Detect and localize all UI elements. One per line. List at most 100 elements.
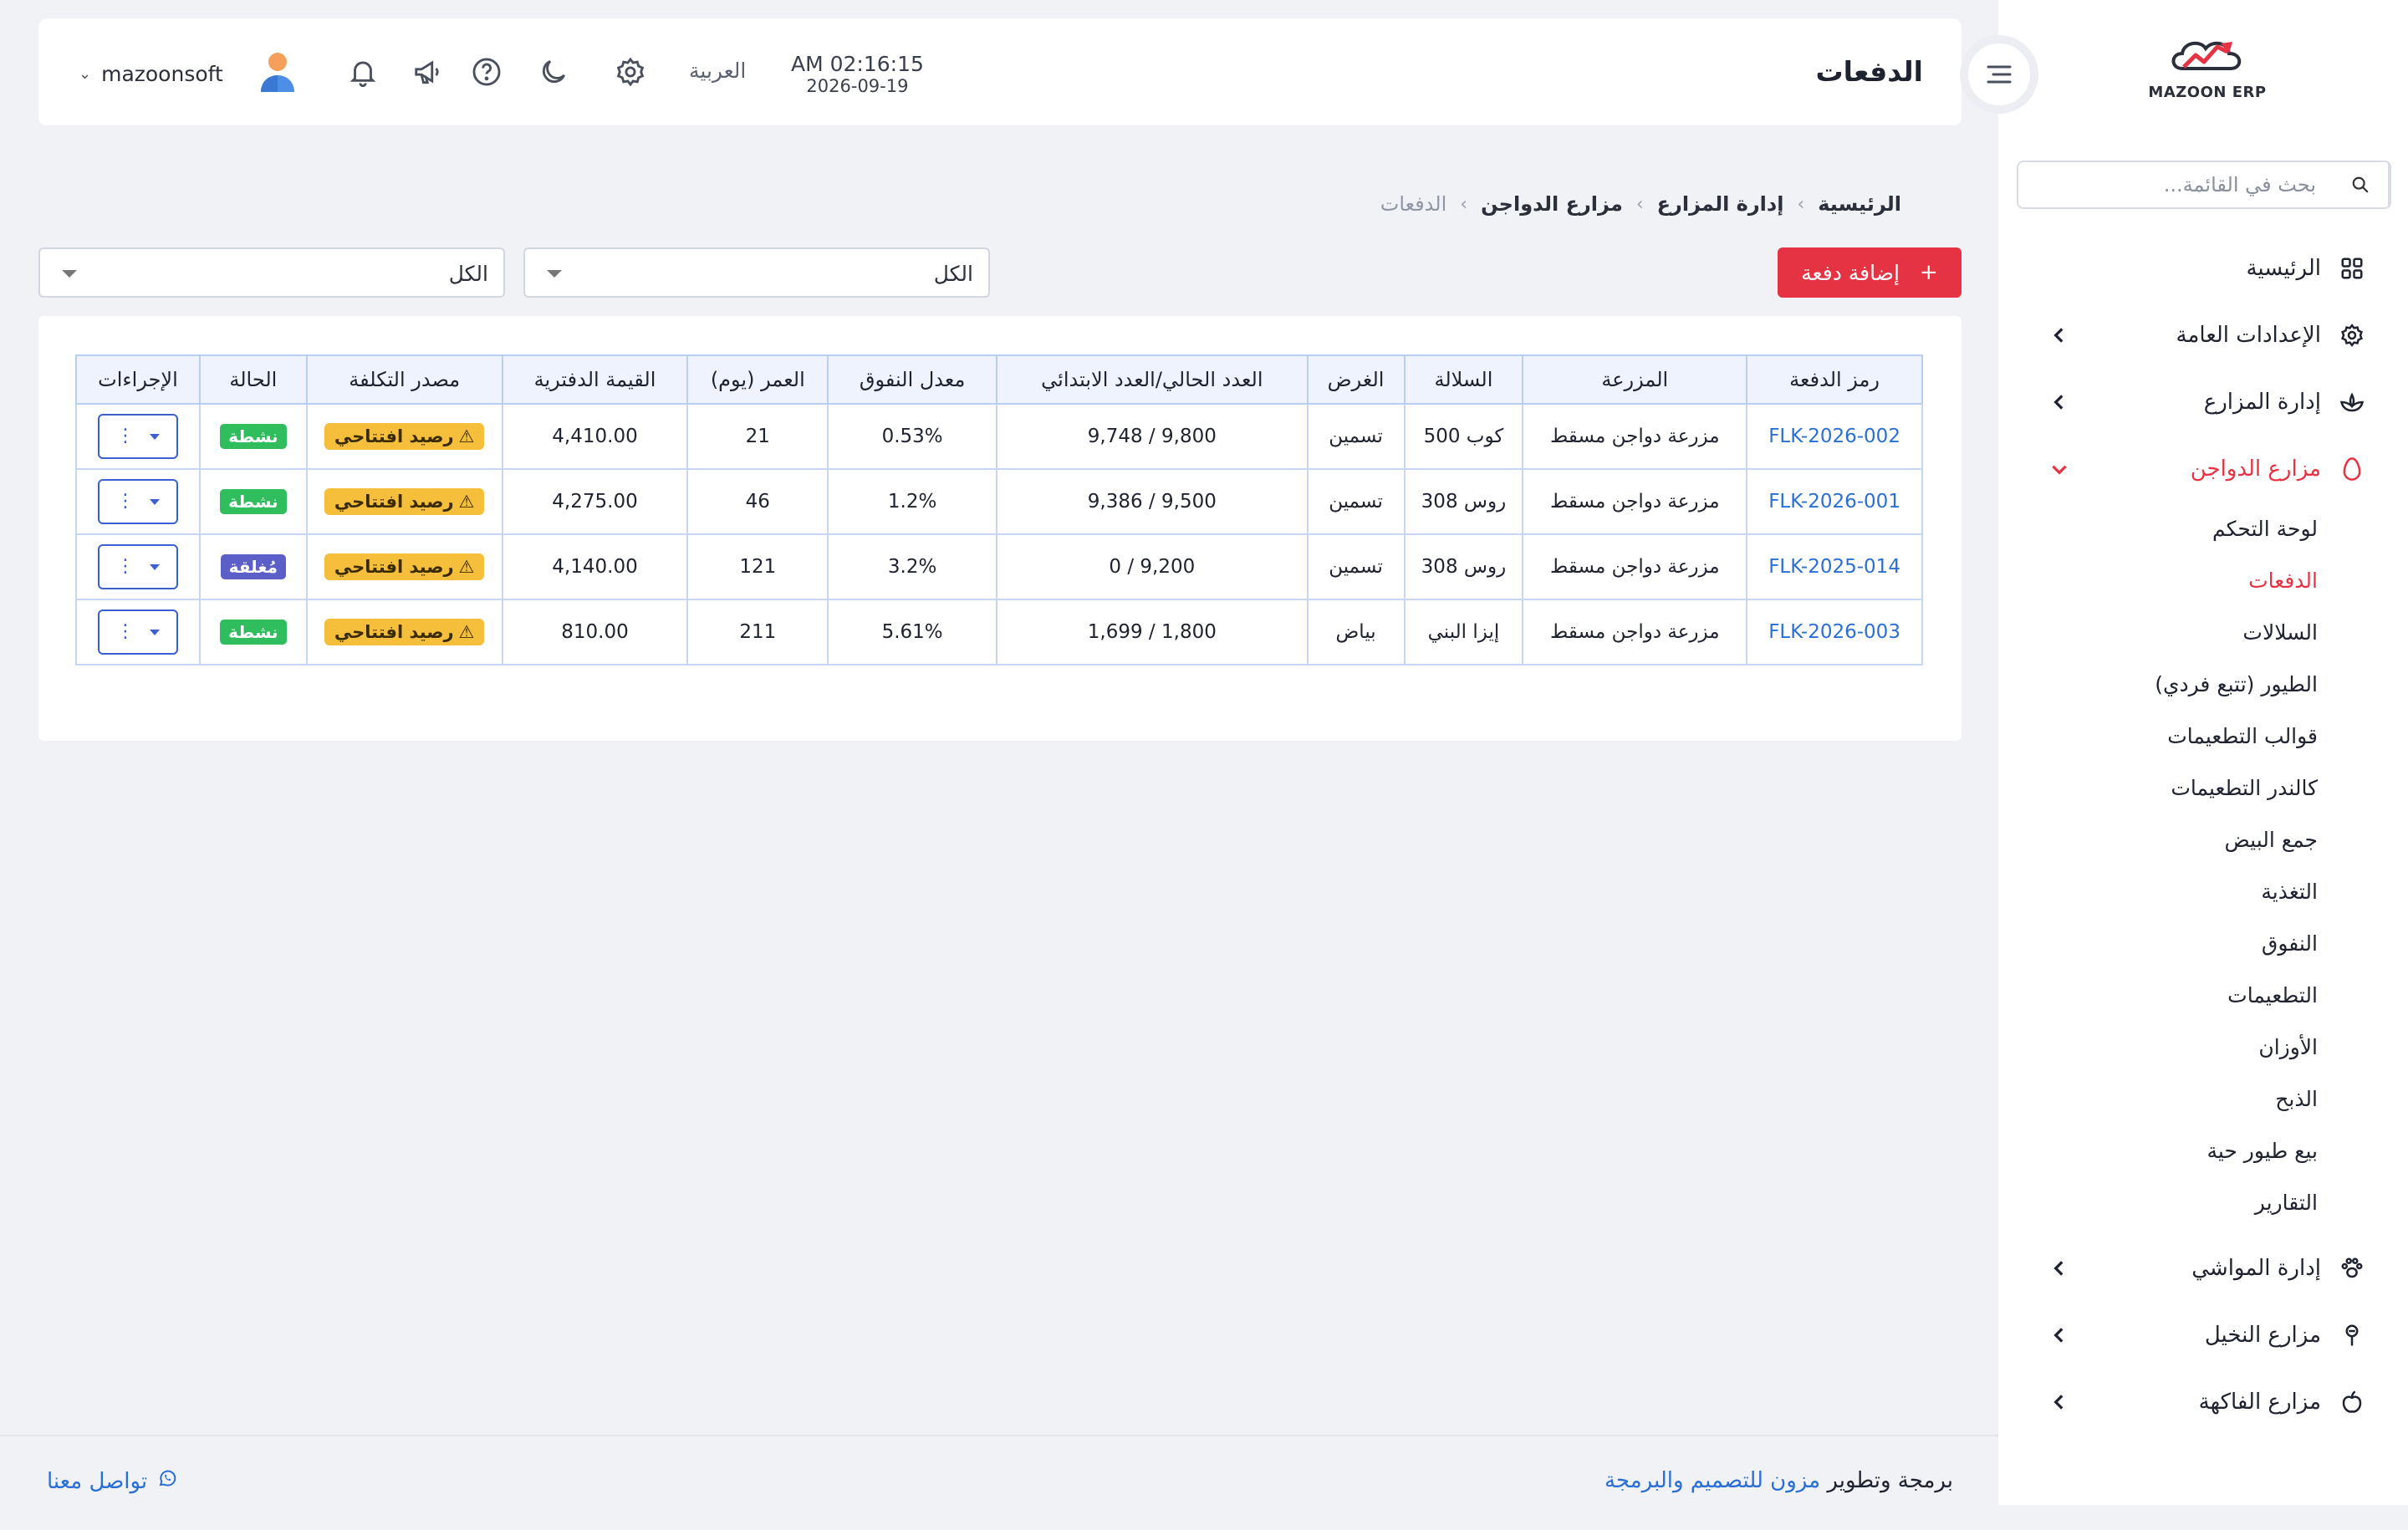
col-mortality[interactable]: معدل النفوق [827, 354, 997, 405]
grid-icon [2338, 254, 2366, 283]
cell-purpose: تسمين [1306, 533, 1406, 600]
sidebar-sub-feeding[interactable]: التغذية [2261, 880, 2318, 904]
notifications-bell-icon[interactable] [344, 54, 381, 90]
chevron-left-icon [2053, 1395, 2064, 1410]
cell-farm: مزرعة دواجن مسقط [1522, 403, 1748, 470]
sidebar-sub-mortality[interactable]: النفوق [2262, 931, 2318, 956]
col-status[interactable]: الحالة [198, 354, 308, 405]
sidebar-item-livestock[interactable]: إدارة المواشي [1998, 1242, 2408, 1294]
chevron-left-icon [2053, 395, 2064, 410]
caret-down-icon [149, 629, 160, 635]
row-actions-button[interactable]: ⋮ [97, 479, 178, 524]
row-actions-button[interactable]: ⋮ [97, 414, 178, 459]
cell-purpose: تسمين [1306, 468, 1406, 535]
more-vertical-icon: ⋮ [115, 621, 135, 642]
chevron-left-icon [2053, 1261, 2064, 1276]
cell-breed: كوب 500 [1403, 403, 1524, 470]
sidebar-item-palm-farms[interactable]: مزارع النخيل [1998, 1309, 2408, 1361]
breadcrumb-home[interactable]: الرئيسية [1818, 192, 1901, 216]
filter-select-2[interactable]: الكل [38, 247, 505, 298]
cell-age: 21 [686, 403, 829, 470]
more-vertical-icon: ⋮ [115, 426, 135, 446]
sidebar-item-general-settings[interactable]: الإعدادات العامة [1998, 309, 2408, 361]
footer-divider [0, 1435, 1998, 1436]
breadcrumb-poultry-farms[interactable]: مزارع الدواجن [1481, 192, 1623, 216]
cell-cost-source: ⚠ رصيد افتتاحي [305, 468, 503, 535]
batch-code-link[interactable]: FLK-2025-014 [1746, 533, 1923, 600]
cell-farm: مزرعة دواجن مسقط [1522, 599, 1748, 666]
logo[interactable]: MAZOON ERP [2145, 32, 2270, 101]
menu-search-input[interactable] [2018, 162, 2333, 207]
sidebar-sub-live-bird-sales[interactable]: بيع طيور حية [2206, 1139, 2318, 1163]
sidebar-sub-vaccinations[interactable]: التطعيمات [2227, 983, 2318, 1007]
caret-down-icon [62, 270, 77, 278]
sidebar-item-home[interactable]: الرئيسية [1998, 242, 2408, 294]
chevron-down-icon [2052, 465, 2067, 475]
sidebar-item-farm-management[interactable]: إدارة المزارع [1998, 376, 2408, 428]
avatar [258, 50, 297, 97]
help-icon[interactable] [468, 54, 505, 90]
sidebar-sub-dashboard[interactable]: لوحة التحكم [2212, 517, 2318, 541]
warning-icon: ⚠ [458, 492, 475, 512]
footer-credit: برمجة وتطوير مزون للتصميم والبرمجة [1604, 1468, 1953, 1493]
breadcrumb-separator: ‹ [1460, 193, 1468, 215]
row-actions-button[interactable]: ⋮ [97, 544, 178, 589]
col-count[interactable]: العدد الحالي/العدد الابتدائي [995, 354, 1309, 405]
plus-icon: + [1919, 260, 1938, 285]
table-row: FLK-2026-003 مزرعة دواجن مسقط إيزا البني… [75, 599, 1923, 666]
sidebar-item-label: مزارع الدواجن [2190, 456, 2321, 482]
sidebar-sub-weights[interactable]: الأوزان [2258, 1035, 2318, 1059]
status-badge: نشطة [220, 620, 287, 645]
sidebar-toggle-button[interactable] [1960, 35, 2038, 114]
cell-count: 9,800 / 9,748 [995, 403, 1309, 470]
sidebar-sub-breeds[interactable]: السلالات [2242, 620, 2318, 645]
col-book-value[interactable]: القيمة الدفترية [501, 354, 689, 405]
warning-icon: ⚠ [458, 426, 475, 446]
footer-credit-link[interactable]: مزون للتصميم والبرمجة [1604, 1468, 1820, 1493]
sidebar-sub-egg-collection[interactable]: جمع البيض [2225, 828, 2318, 852]
cost-source-label: رصيد افتتاحي [334, 426, 454, 446]
col-batch-code[interactable]: رمز الدفعة [1746, 354, 1923, 405]
add-batch-button[interactable]: + إضافة دفعة [1778, 247, 1962, 298]
user-menu[interactable]: ⌄ mazoonsoft [79, 50, 297, 97]
search-icon[interactable] [2333, 162, 2390, 207]
sidebar-sub-reports[interactable]: التقارير [2255, 1191, 2318, 1215]
sidebar-sub-batches[interactable]: الدفعات [2248, 569, 2318, 593]
sidebar-item-poultry-farms[interactable]: مزارع الدواجن [1998, 443, 2408, 495]
batch-code-link[interactable]: FLK-2026-001 [1746, 468, 1923, 535]
cell-mortality: 3.2% [827, 533, 997, 600]
footer-credit-prefix: برمجة وتطوير [1827, 1468, 1953, 1493]
announcement-megaphone-icon[interactable] [410, 54, 446, 90]
col-cost-source[interactable]: مصدر التكلفة [305, 354, 503, 405]
language-switch[interactable]: العربية [689, 59, 746, 83]
batch-code-link[interactable]: FLK-2026-002 [1746, 403, 1923, 470]
cell-book-value: 810.00 [501, 599, 689, 666]
breadcrumb-separator: ‹ [1797, 193, 1805, 215]
apple-icon [2338, 1388, 2366, 1416]
col-age[interactable]: العمر (يوم) [686, 354, 829, 405]
col-purpose[interactable]: الغرض [1306, 354, 1406, 405]
sidebar-item-fruit-farms[interactable]: مزارع الفاكهة [1998, 1376, 2408, 1428]
sidebar-sub-birds[interactable]: الطيور (تتبع فردي) [2155, 672, 2318, 696]
col-farm[interactable]: المزرعة [1522, 354, 1748, 405]
row-actions-button[interactable]: ⋮ [97, 609, 178, 655]
sidebar-sub-vaccination-calendar[interactable]: كالندر التطعيمات [2171, 776, 2318, 800]
dark-mode-moon-icon[interactable] [535, 54, 572, 90]
filter-select-1[interactable]: الكل [523, 247, 990, 298]
contact-us-link[interactable]: تواصل معنا [47, 1468, 177, 1494]
breadcrumb-farm-management[interactable]: إدارة المزارع [1657, 192, 1784, 216]
cell-status: نشطة [198, 599, 308, 666]
cost-source-label: رصيد افتتاحي [334, 557, 454, 577]
cost-source-label: رصيد افتتاحي [334, 492, 454, 512]
caret-down-icon [547, 270, 562, 278]
settings-gear-icon[interactable] [612, 54, 649, 90]
sidebar-sub-slaughter[interactable]: الذبح [2275, 1087, 2318, 1111]
col-breed[interactable]: السلالة [1403, 354, 1524, 405]
cell-mortality: 0.53% [827, 403, 997, 470]
cell-breed: روس 308 [1403, 533, 1524, 600]
batch-code-link[interactable]: FLK-2026-003 [1746, 599, 1923, 666]
logo-text: MAZOON ERP [2148, 84, 2267, 101]
sidebar-sub-vaccination-templates[interactable]: قوالب التطعيمات [2167, 724, 2318, 748]
cell-actions: ⋮ [75, 403, 201, 470]
more-vertical-icon: ⋮ [115, 556, 135, 577]
